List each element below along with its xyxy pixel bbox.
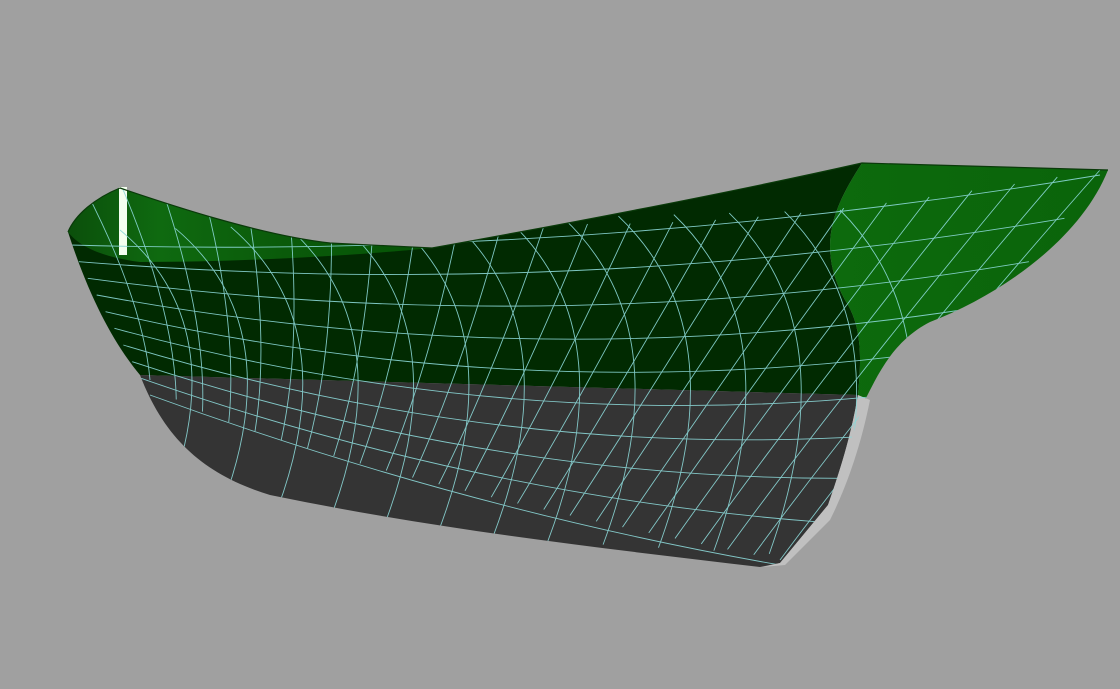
- 3d-viewport[interactable]: [0, 0, 1120, 689]
- hull-underwater: [140, 375, 858, 567]
- hull-render[interactable]: [0, 0, 1120, 689]
- hull-topside: [68, 163, 862, 395]
